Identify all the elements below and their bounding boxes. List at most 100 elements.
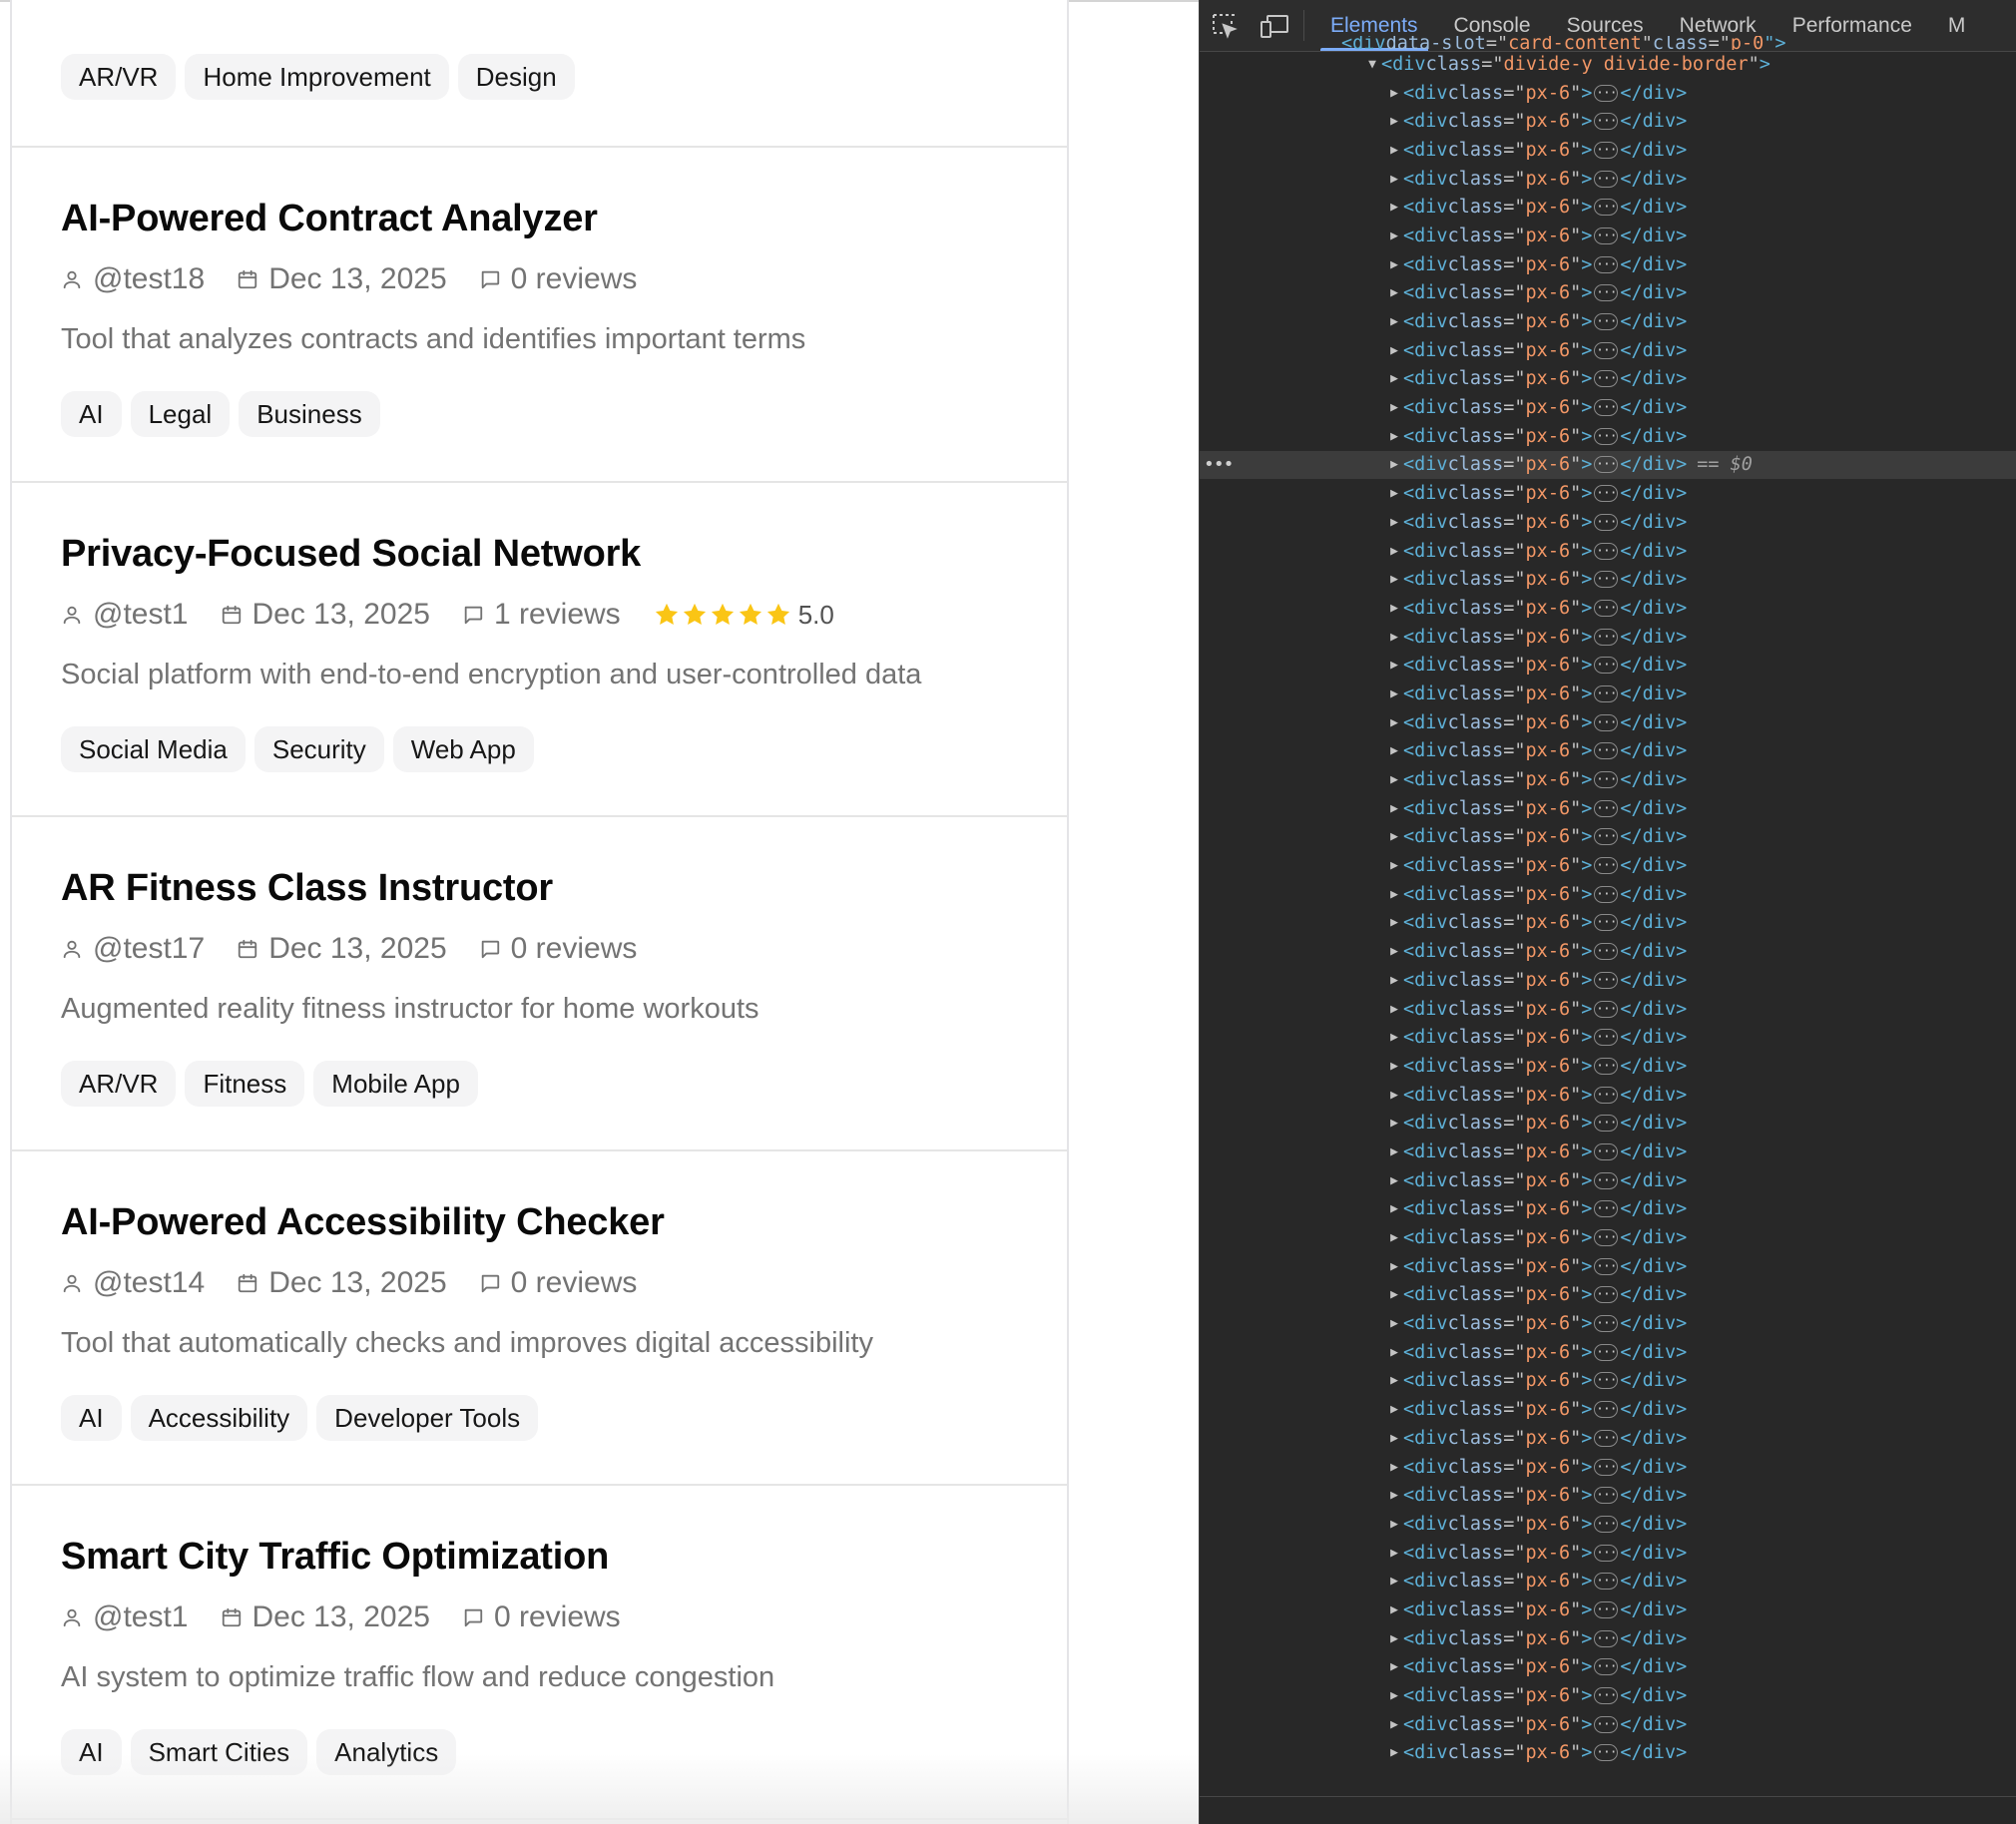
dom-node-px-6[interactable]: ▶ < div class =" px-6 " > ··· </div > <box>1200 1739 2016 1768</box>
dom-node-px-6[interactable]: ▶ < div class =" px-6 " > ··· </div > <box>1200 1596 2016 1624</box>
dom-node-px-6[interactable]: ▶ < div class =" px-6 " > ··· </div > <box>1200 479 2016 508</box>
author[interactable]: @test17 <box>61 932 205 966</box>
dom-node-px-6[interactable]: ▶ < div class =" px-6 " > ··· </div > <box>1200 1166 2016 1195</box>
dom-node-px-6[interactable]: ▶ < div class =" px-6 " > ··· </div > <box>1200 1710 2016 1739</box>
ellipsis-icon[interactable]: ··· <box>1594 170 1619 188</box>
dom-node-px-6[interactable]: ▶ < div class =" px-6 " > ··· </div > <box>1200 565 2016 594</box>
dom-node-px-6[interactable]: ▶ < div class =" px-6 " > ··· </div > <box>1200 537 2016 566</box>
ellipsis-icon[interactable]: ··· <box>1594 771 1619 789</box>
dom-node-px-6[interactable]: ▶ < div class =" px-6 " > ··· </div > <box>1200 1281 2016 1310</box>
dom-node-px-6[interactable]: ▶ < div class =" px-6 " > ··· </div > <box>1200 422 2016 451</box>
ellipsis-icon[interactable]: ··· <box>1594 1544 1619 1562</box>
ellipsis-icon[interactable]: ··· <box>1594 1229 1619 1247</box>
dom-node-px-6[interactable]: ▶ < div class =" px-6 " > ··· </div > <box>1200 708 2016 737</box>
dom-node-px-6[interactable]: ▶ < div class =" px-6 " > ··· </div > <box>1200 1453 2016 1482</box>
tag-chip[interactable]: Smart Cities <box>130 1729 308 1775</box>
idea-row[interactable]: AI-Powered Contract Analyzer @test18 Dec 1… <box>12 148 1067 483</box>
ellipsis-icon[interactable]: ··· <box>1594 1315 1619 1333</box>
tag-chip[interactable]: Social Media <box>61 726 246 772</box>
author[interactable]: @test1 <box>61 1600 189 1634</box>
dom-node-px-6[interactable]: ▶ < div class =" px-6 " > ··· </div > <box>1200 1510 2016 1539</box>
ellipsis-icon[interactable]: ··· <box>1594 485 1619 503</box>
author-name[interactable]: @test1 <box>93 1600 189 1634</box>
dom-node-px-6[interactable]: ▶ < div class =" px-6 " > ··· </div > <box>1200 1052 2016 1081</box>
ellipsis-icon[interactable]: ··· <box>1594 571 1619 589</box>
dom-node-px-6[interactable]: ▶ < div class =" px-6 " > ··· </div > <box>1200 937 2016 966</box>
dom-tree[interactable]: < div data-slot =" card-content " class =" p-0… <box>1200 36 2016 1768</box>
dom-node-px-6[interactable]: ▶ < div class =" px-6 " > ··· </div > <box>1200 794 2016 823</box>
dom-node-px-6[interactable]: ▶ < div class =" px-6 " > ··· </div > <box>1200 136 2016 165</box>
idea-title[interactable]: AI-Powered Contract Analyzer <box>61 198 598 240</box>
ellipsis-icon[interactable]: ··· <box>1594 1629 1619 1647</box>
dom-node-px-6[interactable]: ▶ < div class =" px-6 " > ··· </div > <box>1200 279 2016 308</box>
dom-node-card-content[interactable]: < div data-slot =" card-content " class =" p-0… <box>1200 36 2016 50</box>
author-name[interactable]: @test17 <box>93 932 205 966</box>
dom-node-px-6[interactable]: ▶ < div class =" px-6 " > ··· </div > <box>1200 365 2016 394</box>
dom-node-px-6[interactable]: ▶ < div class =" px-6 " > ··· </div > <box>1200 1424 2016 1453</box>
dom-node-px-6[interactable]: ▶ < div class =" px-6 " > ··· </div > <box>1200 1653 2016 1682</box>
ellipsis-icon[interactable]: ··· <box>1594 1086 1619 1104</box>
dom-node-px-6[interactable]: ▶ < div class =" px-6 " > ··· </div > <box>1200 1395 2016 1424</box>
ellipsis-icon[interactable]: ··· <box>1594 427 1619 445</box>
ellipsis-icon[interactable]: ··· <box>1594 284 1619 302</box>
dom-node-px-6[interactable]: ▶ < div class =" px-6 " > ··· </div > <box>1200 1109 2016 1138</box>
dom-node-px-6[interactable]: ▶ < div class =" px-6 " > ··· </div > <box>1200 594 2016 623</box>
dom-node-px-6[interactable]: ▶ < div class =" px-6 " > ··· </div > <box>1200 508 2016 537</box>
tag-chip[interactable]: Accessibility <box>130 1395 308 1441</box>
ellipsis-icon[interactable]: ··· <box>1594 599 1619 617</box>
dom-node-px-6[interactable]: ▶ < div class =" px-6 " > ··· </div > <box>1200 1138 2016 1166</box>
dom-node-px-6[interactable]: ▶ < div class =" px-6 " > ··· </div > <box>1200 1681 2016 1710</box>
ellipsis-icon[interactable]: ··· <box>1594 1744 1619 1762</box>
ellipsis-icon[interactable]: ··· <box>1594 1115 1619 1133</box>
ellipsis-icon[interactable]: ··· <box>1594 1286 1619 1304</box>
ellipsis-icon[interactable]: ··· <box>1594 857 1619 875</box>
author-name[interactable]: @test14 <box>93 1266 205 1300</box>
dom-node-px-6[interactable]: ▶ < div class =" px-6 " > ··· </div > <box>1200 1367 2016 1396</box>
idea-row[interactable]: AR/VR Home Improvement Design <box>12 0 1067 148</box>
ellipsis-icon[interactable]: ··· <box>1594 542 1619 560</box>
dom-node-px-6[interactable]: ▶ < div class =" px-6 " > ··· </div > <box>1200 1309 2016 1338</box>
ellipsis-icon[interactable]: ··· <box>1594 341 1619 359</box>
ellipsis-icon[interactable]: ··· <box>1594 1600 1619 1618</box>
tag-chip[interactable]: AI <box>61 1729 122 1775</box>
ellipsis-icon[interactable]: ··· <box>1594 370 1619 388</box>
ellipsis-icon[interactable]: ··· <box>1594 1372 1619 1390</box>
idea-row[interactable]: Privacy-Focused Social Network @test1 Dec … <box>12 483 1067 817</box>
dom-node-px-6[interactable]: ▶ < div class =" px-6 " > ··· </div > <box>1200 966 2016 995</box>
ellipsis-icon[interactable]: ··· <box>1594 943 1619 961</box>
dom-node-px-6[interactable]: ▶ < div class =" px-6 " > ··· </div > <box>1200 1624 2016 1653</box>
dom-node-px-6[interactable]: ▶ < div class =" px-6 " > ··· </div > <box>1200 222 2016 250</box>
dom-node-px-6[interactable]: ▶ < div class =" px-6 " > ··· </div > <box>1200 880 2016 909</box>
dom-node-px-6[interactable]: ▶ < div class =" px-6 " > ··· </div > <box>1200 823 2016 852</box>
dom-node-px-6[interactable]: ▶ < div class =" px-6 " > ··· </div > <box>1200 737 2016 766</box>
ellipsis-icon[interactable]: ··· <box>1594 1200 1619 1218</box>
tag-chip[interactable]: AI <box>61 391 122 437</box>
idea-title[interactable]: Privacy-Focused Social Network <box>61 533 641 576</box>
ellipsis-icon[interactable]: ··· <box>1594 1171 1619 1189</box>
ellipsis-icon[interactable]: ··· <box>1594 1429 1619 1447</box>
ellipsis-icon[interactable]: ··· <box>1594 742 1619 760</box>
tag-chip[interactable]: AI <box>61 1395 122 1441</box>
dom-node-px-6[interactable]: ▶ < div class =" px-6 " > ··· </div > <box>1200 995 2016 1024</box>
dom-node-px-6[interactable]: ▶ < div class =" px-6 " > ··· </div > <box>1200 1195 2016 1224</box>
idea-row[interactable]: AI-Powered Accessibility Checker @test14 D… <box>12 1151 1067 1486</box>
dom-node-px-6[interactable]: ▶ < div class =" px-6 " > ··· </div > <box>1200 307 2016 336</box>
ellipsis-icon[interactable]: ··· <box>1594 255 1619 273</box>
ellipsis-icon[interactable]: ··· <box>1594 1257 1619 1275</box>
dom-node-px-6[interactable]: ▶ < div class =" px-6 " > ··· </div > <box>1200 107 2016 136</box>
dom-node-px-6[interactable]: ▶ < div class =" px-6 " > ··· </div > <box>1200 651 2016 680</box>
dom-node-px-6[interactable]: ••• ▶ < div class =" px-6 " > ··· </div > == $0 <box>1200 450 2016 480</box>
dom-node-divide-y[interactable]: ▼ < div class =" divide-y divide-border " > <box>1200 50 2016 79</box>
ellipsis-icon[interactable]: ··· <box>1594 1573 1619 1591</box>
dom-node-px-6[interactable]: ▶ < div class =" px-6 " > ··· </div > <box>1200 1081 2016 1110</box>
ellipsis-icon[interactable]: ··· <box>1594 799 1619 817</box>
dom-node-px-6[interactable]: ▶ < div class =" px-6 " > ··· </div > <box>1200 1567 2016 1596</box>
ellipsis-icon[interactable]: ··· <box>1594 1142 1619 1160</box>
ellipsis-icon[interactable]: ··· <box>1594 684 1619 702</box>
tag-chip[interactable]: Legal <box>130 391 231 437</box>
ellipsis-icon[interactable]: ··· <box>1594 1029 1619 1047</box>
ellipsis-icon[interactable]: ··· <box>1594 141 1619 159</box>
dom-node-px-6[interactable]: ▶ < div class =" px-6 " > ··· </div > <box>1200 680 2016 708</box>
dom-node-px-6[interactable]: ▶ < div class =" px-6 " > ··· </div > <box>1200 1223 2016 1252</box>
ellipsis-icon[interactable]: ··· <box>1594 199 1619 217</box>
